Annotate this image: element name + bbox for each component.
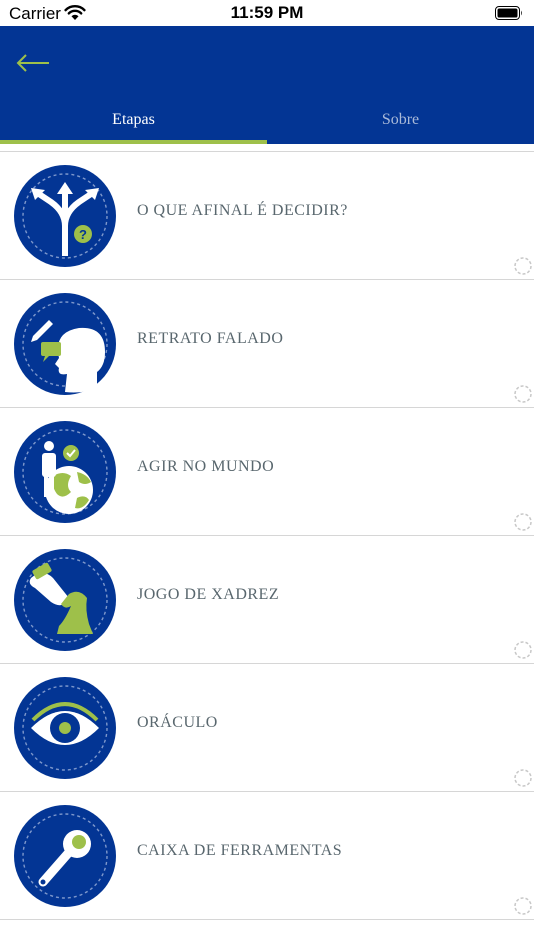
tab-sobre[interactable]: Sobre — [267, 104, 534, 144]
item-label: AGIR NO MUNDO — [137, 458, 275, 475]
progress-circle-icon — [514, 257, 532, 275]
back-arrow-icon — [16, 54, 49, 72]
item-label: RETRATO FALADO — [137, 330, 284, 347]
status-time: 11:59 PM — [230, 3, 304, 22]
progress-circle-icon — [514, 385, 532, 403]
item-label: JOGO DE XADREZ — [137, 586, 280, 603]
selected-tab-indicator — [0, 140, 267, 144]
head-profile-pencil-icon — [14, 293, 116, 395]
list-item-oraculo[interactable]: ORÁCULO — [0, 664, 534, 792]
progress-circle-icon — [514, 897, 532, 915]
person-globe-icon — [14, 421, 116, 523]
item-label: CAIXA DE FERRAMENTAS — [137, 842, 343, 859]
progress-circle-icon — [514, 769, 532, 787]
progress-circle-icon — [514, 513, 532, 531]
item-label: O QUE AFINAL É DECIDIR? — [137, 202, 348, 219]
crossroads-arrows-icon: ? — [14, 165, 116, 267]
status-bar: Carrier 11:59 PM — [0, 0, 534, 26]
app-header: Etapas Sobre — [0, 26, 534, 144]
eye-icon — [14, 677, 116, 779]
item-label: ORÁCULO — [137, 714, 218, 731]
list-item-agir-no-mundo[interactable]: AGIR NO MUNDO — [0, 408, 534, 536]
tab-etapas[interactable]: Etapas — [0, 104, 267, 144]
list-item-retrato-falado[interactable]: RETRATO FALADO — [0, 280, 534, 408]
chess-knight-icon — [14, 549, 116, 651]
steps-list: ? O QUE AFINAL É DECIDIR? RETRATO FALADO — [0, 151, 534, 920]
battery-icon — [495, 6, 523, 20]
list-item-o-que-afinal-e-decidir[interactable]: ? O QUE AFINAL É DECIDIR? — [0, 152, 534, 280]
svg-text:?: ? — [79, 227, 87, 242]
progress-circle-icon — [514, 641, 532, 659]
tab-bar: Etapas Sobre — [0, 104, 534, 144]
wrench-icon — [14, 805, 116, 907]
back-button[interactable] — [12, 46, 54, 80]
list-item-caixa-de-ferramentas[interactable]: CAIXA DE FERRAMENTAS — [0, 792, 534, 920]
list-item-jogo-de-xadrez[interactable]: JOGO DE XADREZ — [0, 536, 534, 664]
